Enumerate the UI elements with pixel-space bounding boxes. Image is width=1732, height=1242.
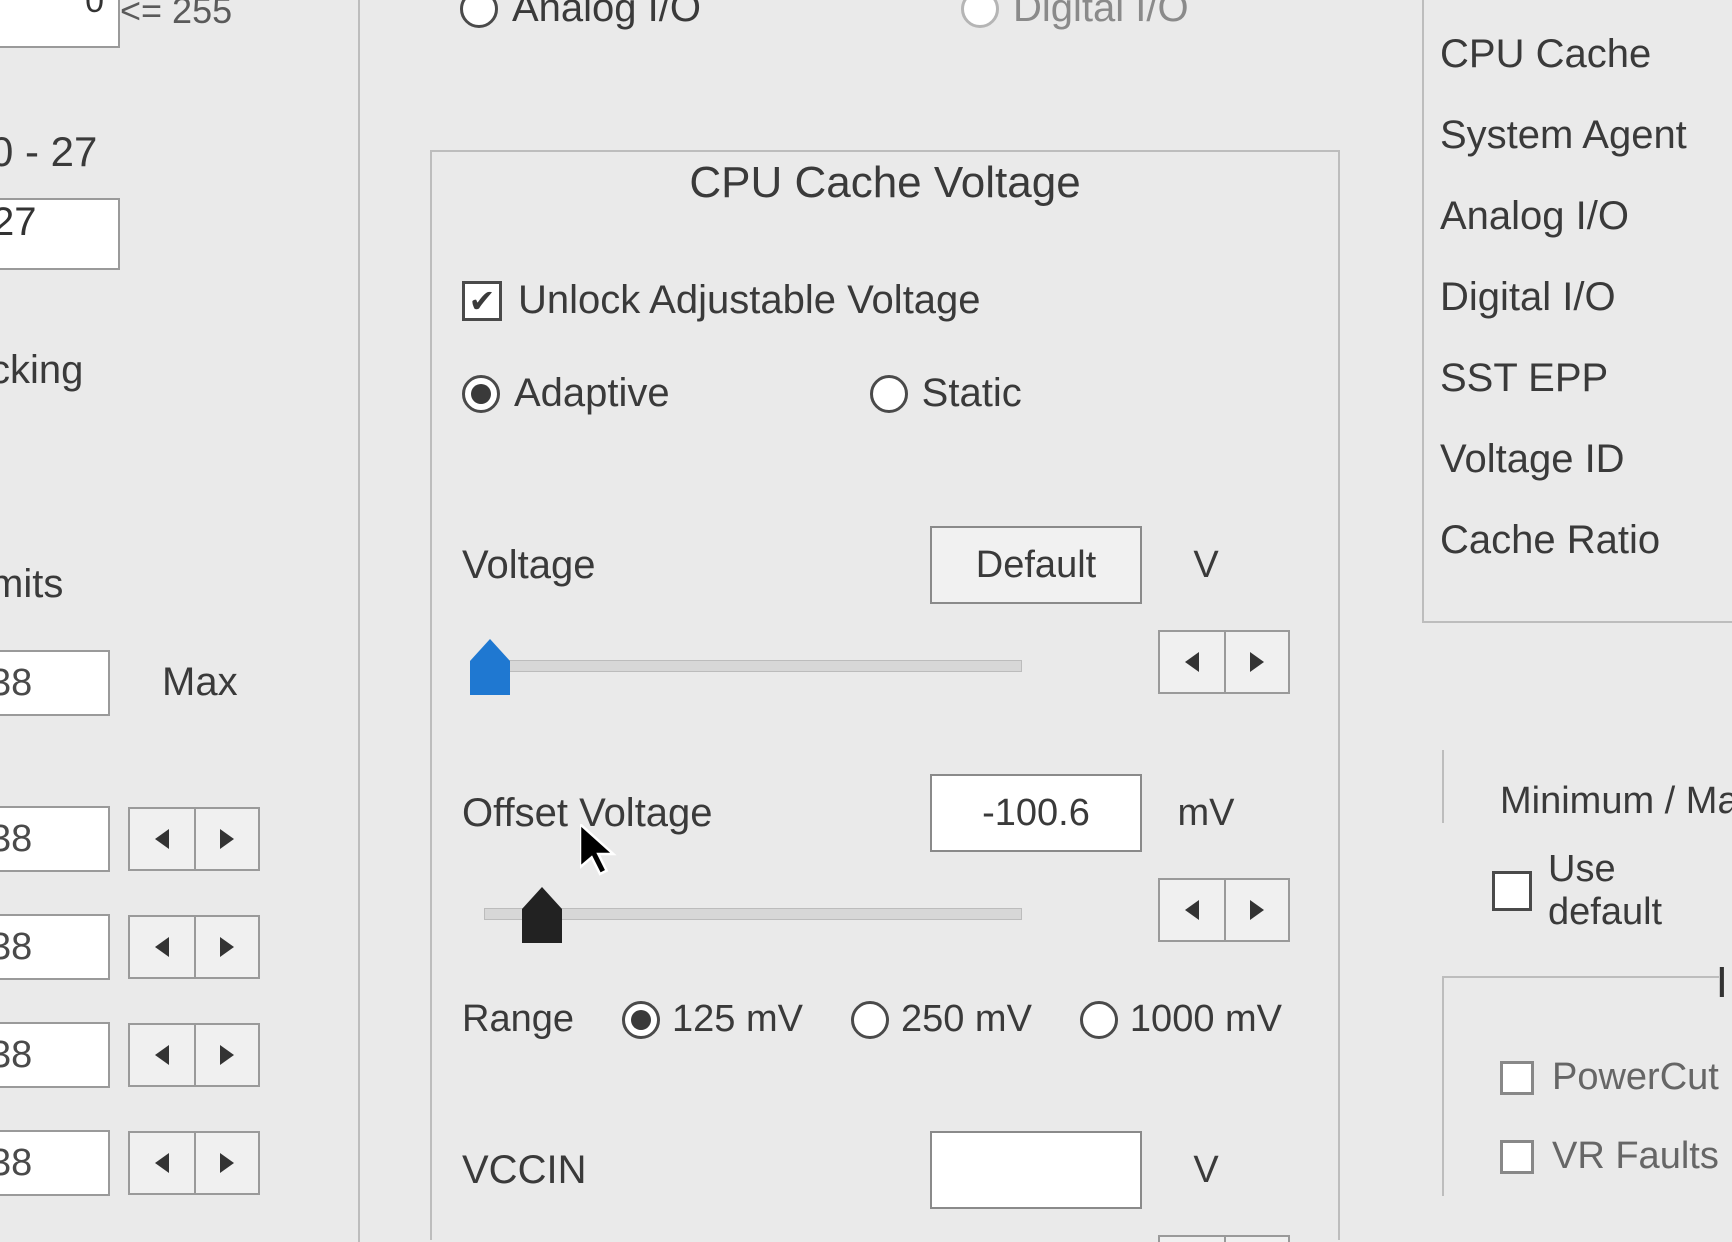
group-label-truncated-mits: mits — [0, 562, 63, 607]
vccin-inc-button[interactable] — [1224, 1237, 1288, 1242]
slider-thumb-icon[interactable] — [522, 887, 562, 943]
list-item[interactable]: CPU Cache — [1440, 14, 1732, 95]
triangle-left-icon — [1185, 652, 1199, 672]
radio-static[interactable]: Static — [870, 371, 1022, 416]
slider-thumb-icon[interactable] — [470, 639, 510, 695]
offset-voltage-input[interactable]: -100.6 — [930, 774, 1142, 852]
max-label: Max — [162, 660, 238, 705]
list-item[interactable]: Voltage ID — [1440, 419, 1732, 500]
offset-voltage-unit: mV — [1166, 792, 1246, 835]
offset-dec-button[interactable] — [1160, 880, 1224, 940]
voltage-unit: V — [1166, 544, 1246, 587]
list-item[interactable]: Cache Ratio — [1440, 500, 1732, 581]
list-item[interactable]: System Agent — [1440, 95, 1732, 176]
triangle-left-icon — [155, 937, 169, 957]
checkbox-icon-checked: ✔ — [462, 281, 502, 321]
list-item[interactable]: SST EPP — [1440, 338, 1732, 419]
triangle-left-icon — [155, 829, 169, 849]
limit-input-3[interactable]: 38 — [0, 1022, 110, 1088]
voltage-value-box[interactable]: Default — [930, 526, 1142, 604]
checkbox-icon — [1492, 871, 1532, 911]
triangle-left-icon — [155, 1153, 169, 1173]
voltage-label: Voltage — [462, 543, 722, 588]
group-label-truncated-cking: cking — [0, 348, 83, 393]
radio-icon — [1080, 1001, 1118, 1039]
checkbox-label: Use default — [1548, 848, 1732, 934]
stepper-dec-button[interactable] — [130, 1025, 194, 1085]
vccin-input[interactable] — [930, 1131, 1142, 1209]
powercut-checkbox[interactable]: PowerCut — [1500, 1038, 1719, 1117]
triangle-left-icon — [1185, 900, 1199, 920]
vccin-dec-button[interactable] — [1160, 1237, 1224, 1242]
left-panel: 0 <= 255 0 - 27 27 cking mits 38 Max 38 … — [0, 0, 360, 1242]
domain-list: CPU Cache System Agent Analog I/O Digita… — [1422, 0, 1732, 623]
limit-input-2[interactable]: 38 — [0, 914, 110, 980]
radio-digital-io[interactable]: Digital I/O — [961, 0, 1189, 31]
triangle-right-icon — [1250, 652, 1264, 672]
checkbox-label: VR Faults — [1552, 1135, 1719, 1178]
radio-icon — [961, 0, 999, 28]
checkbox-label: PowerCut — [1552, 1056, 1719, 1099]
radio-label: Analog I/O — [512, 0, 701, 31]
range-1000-radio[interactable]: 1000 mV — [1080, 998, 1282, 1041]
vccin-unit: V — [1166, 1149, 1246, 1192]
voltage-dec-button[interactable] — [1160, 632, 1224, 692]
radio-label: Digital I/O — [1013, 0, 1189, 31]
triangle-right-icon — [220, 829, 234, 849]
use-default-checkbox[interactable]: Use default — [1492, 848, 1732, 934]
radio-label: 250 mV — [901, 998, 1032, 1041]
mouse-cursor-icon — [580, 824, 620, 878]
radio-analog-io[interactable]: Analog I/O — [460, 0, 701, 31]
voltage-inc-button[interactable] — [1224, 632, 1288, 692]
voltage-slider[interactable] — [462, 647, 1022, 677]
range-hint: <= 255 — [120, 0, 232, 32]
stepper-inc-button[interactable] — [194, 1025, 258, 1085]
triangle-right-icon — [220, 1045, 234, 1065]
panel-title: CPU Cache Voltage — [432, 152, 1338, 208]
stepper-dec-button[interactable] — [130, 809, 194, 869]
vccin-label: VCCIN — [462, 1148, 722, 1193]
right-panel: CPU Cache System Agent Analog I/O Digita… — [1422, 0, 1732, 1242]
stepper-inc-button[interactable] — [194, 809, 258, 869]
radio-label: 1000 mV — [1130, 998, 1282, 1041]
number-input[interactable]: 0 — [0, 0, 120, 48]
radio-icon — [870, 375, 908, 413]
radio-icon-selected — [622, 1001, 660, 1039]
stepper-dec-button[interactable] — [130, 917, 194, 977]
radio-icon — [460, 0, 498, 28]
radio-label: Adaptive — [514, 371, 670, 416]
radio-adaptive[interactable]: Adaptive — [462, 371, 670, 416]
range-text: 0 - 27 — [0, 128, 97, 176]
triangle-right-icon — [220, 1153, 234, 1173]
offset-voltage-slider[interactable] — [462, 895, 1022, 925]
limit-input-4[interactable]: 38 — [0, 1130, 110, 1196]
radio-label: 125 mV — [672, 998, 803, 1041]
minmax-group-label: Minimum / Max — [1442, 750, 1732, 823]
checkbox-icon — [1500, 1061, 1534, 1095]
radio-icon-selected — [462, 375, 500, 413]
list-item[interactable]: Digital I/O — [1440, 257, 1732, 338]
radio-label: Static — [922, 371, 1022, 416]
triangle-left-icon — [155, 1045, 169, 1065]
vrfaults-checkbox[interactable]: VR Faults — [1500, 1117, 1719, 1196]
stepper-inc-button[interactable] — [194, 1133, 258, 1193]
checkbox-icon — [1500, 1140, 1534, 1174]
stepper-dec-button[interactable] — [130, 1133, 194, 1193]
range-125-radio[interactable]: 125 mV — [622, 998, 803, 1041]
value-input-27[interactable]: 27 — [0, 198, 120, 270]
triangle-right-icon — [220, 937, 234, 957]
range-label: Range — [462, 998, 574, 1041]
range-250-radio[interactable]: 250 mV — [851, 998, 1032, 1041]
radio-icon — [851, 1001, 889, 1039]
voltage-panel: CPU Cache Voltage ✔ Unlock Adjustable Vo… — [430, 150, 1340, 1240]
limit-input-0[interactable]: 38 — [0, 650, 110, 716]
triangle-right-icon — [1250, 900, 1264, 920]
unlock-voltage-checkbox[interactable]: ✔ Unlock Adjustable Voltage — [462, 278, 1308, 323]
checkbox-label: Unlock Adjustable Voltage — [518, 278, 981, 323]
list-item[interactable]: Analog I/O — [1440, 176, 1732, 257]
limit-input-1[interactable]: 38 — [0, 806, 110, 872]
stepper-inc-button[interactable] — [194, 917, 258, 977]
offset-inc-button[interactable] — [1224, 880, 1288, 940]
